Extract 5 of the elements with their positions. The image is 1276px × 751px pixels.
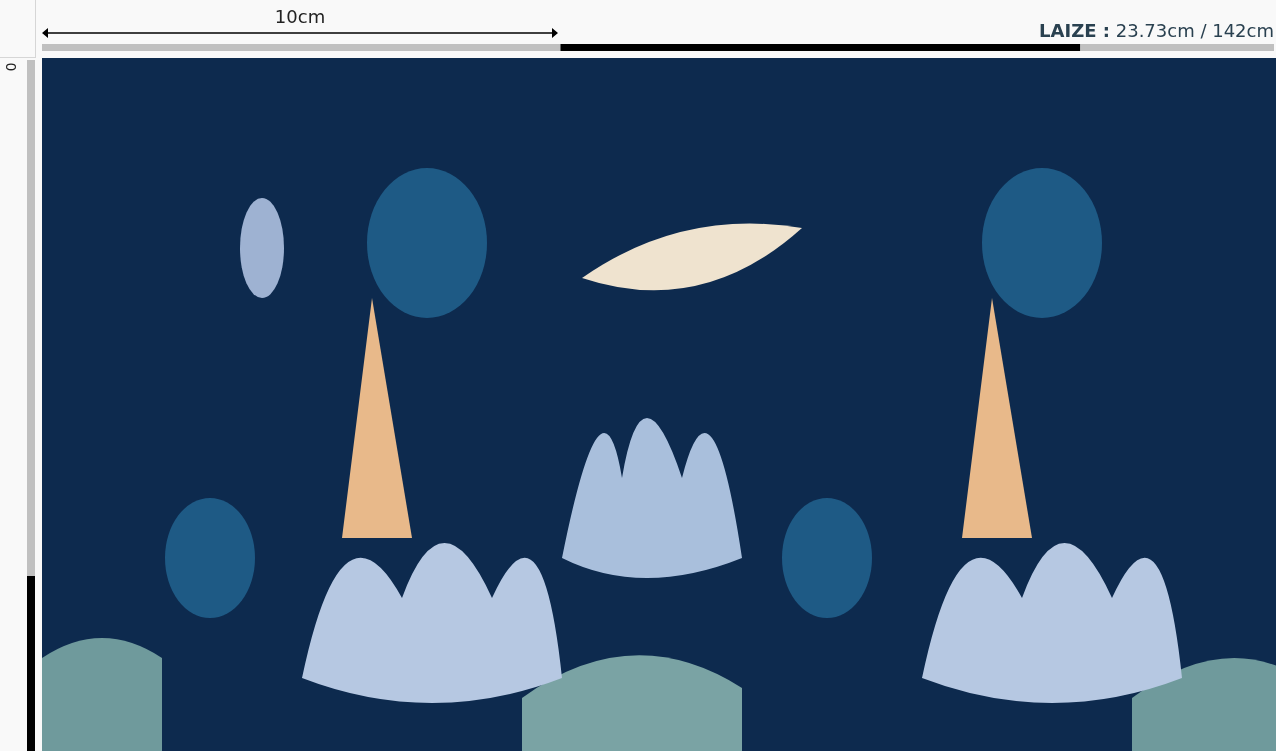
width-label: LAIZE : 23.73cm / 142cm bbox=[1039, 20, 1274, 41]
measure-label: 10cm bbox=[274, 6, 326, 28]
origin-label: 0 bbox=[4, 61, 18, 74]
double-arrow-icon bbox=[42, 28, 558, 38]
ruler-corner bbox=[0, 0, 36, 58]
